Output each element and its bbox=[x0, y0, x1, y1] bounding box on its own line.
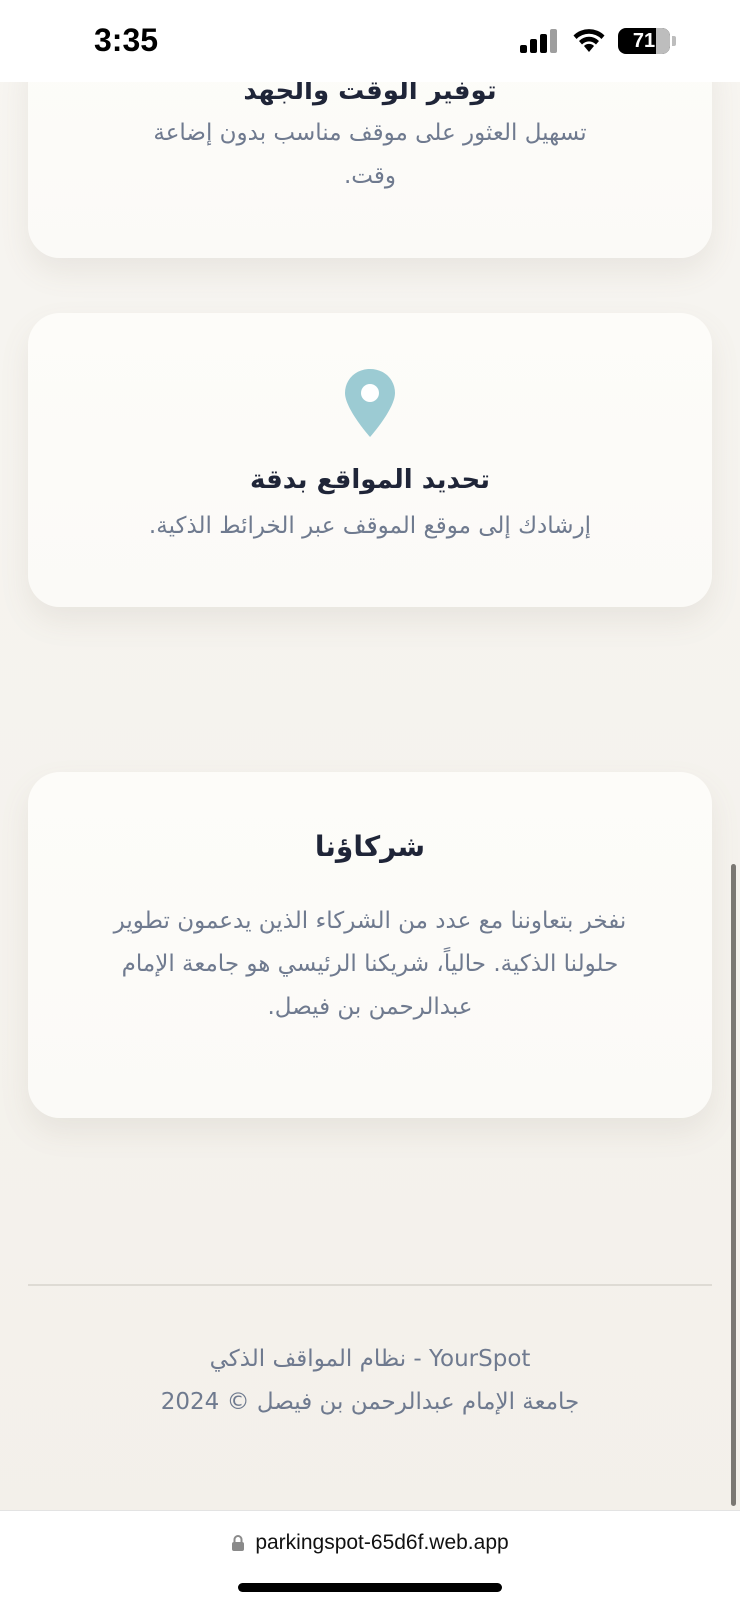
status-time: 3:35 bbox=[94, 22, 159, 58]
map-pin-icon bbox=[345, 369, 395, 437]
feature-description: تسهيل العثور على موقف مناسب بدون إضاعة و… bbox=[153, 120, 587, 189]
feature-description: إرشادك إلى موقع الموقف عبر الخرائط الذكي… bbox=[148, 513, 592, 539]
url-row[interactable]: parkingspot-65d6f.web.app bbox=[0, 1531, 740, 1555]
feature-title: تحديد المواقع بدقة bbox=[249, 465, 491, 495]
browser-address-bar[interactable]: parkingspot-65d6f.web.app bbox=[0, 1510, 740, 1600]
partners-card: شركاؤنا نفخر بتعاوننا مع عدد من الشركاء … bbox=[28, 772, 712, 1118]
footer: YourSpot - نظام المواقف الذكي جامعة الإم… bbox=[0, 1338, 740, 1424]
partners-title: شركاؤنا bbox=[314, 830, 426, 863]
footer-copyright: جامعة الإمام عبدالرحمن بن فيصل © 2024 bbox=[160, 1389, 580, 1415]
feature-card-location: تحديد المواقع بدقة إرشادك إلى موقع الموق… bbox=[28, 313, 712, 607]
footer-divider bbox=[28, 1284, 712, 1286]
url-text[interactable]: parkingspot-65d6f.web.app bbox=[255, 1531, 508, 1555]
footer-app-name: YourSpot - نظام المواقف الذكي bbox=[209, 1346, 531, 1372]
cellular-signal-icon bbox=[520, 29, 557, 53]
scrollbar[interactable] bbox=[731, 864, 736, 1506]
screen: توفير الوقت والجهد تسهيل العثور على موقف… bbox=[0, 0, 740, 1600]
battery-level: 71 bbox=[632, 29, 656, 52]
home-indicator[interactable] bbox=[238, 1583, 502, 1592]
lock-icon bbox=[232, 1535, 245, 1551]
status-icons: 71 bbox=[520, 28, 676, 54]
battery-icon: 71 bbox=[618, 28, 670, 54]
status-bar: 3:35 71 bbox=[0, 0, 740, 82]
battery-tip bbox=[672, 36, 676, 46]
wifi-icon bbox=[573, 29, 605, 52]
partners-description: نفخر بتعاوننا مع عدد من الشركاء الذين يد… bbox=[113, 908, 627, 1020]
